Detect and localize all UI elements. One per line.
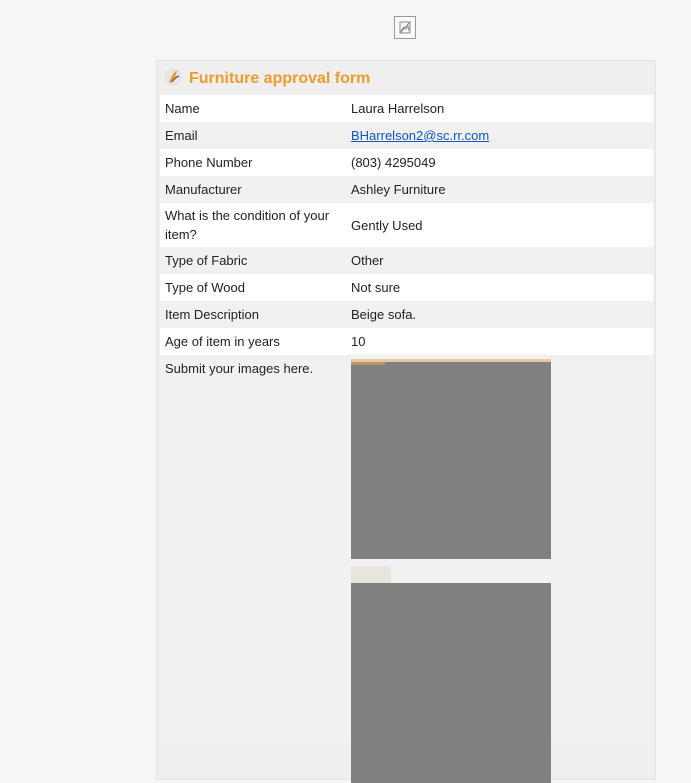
feather-logo-icon bbox=[164, 68, 182, 86]
field-value-wood: Not sure bbox=[346, 274, 653, 301]
table-row: Type of Fabric Other bbox=[160, 247, 653, 274]
field-label-name: Name bbox=[160, 95, 346, 122]
table-row: What is the condition of your item? Gent… bbox=[160, 203, 653, 247]
field-label-description: Item Description bbox=[160, 301, 346, 328]
field-value-phone: (803) 4295049 bbox=[346, 149, 653, 176]
field-label-fabric: Type of Fabric bbox=[160, 247, 346, 274]
table-row: Item Description Beige sofa. bbox=[160, 301, 653, 328]
field-value-condition: Gently Used bbox=[346, 203, 653, 247]
form-card: Furniture approval form Name Laura Harre… bbox=[156, 60, 656, 783]
broken-image-icon bbox=[399, 21, 411, 34]
table-row: Email BHarrelson2@sc.rr.com bbox=[160, 122, 653, 149]
form-header: Furniture approval form bbox=[157, 61, 655, 95]
field-value-name: Laura Harrelson bbox=[346, 95, 653, 122]
uploaded-image-2[interactable] bbox=[351, 583, 551, 783]
table-row: Submit your images here. bbox=[160, 355, 653, 783]
table-row: Manufacturer Ashley Furniture bbox=[160, 176, 653, 203]
field-value-fabric: Other bbox=[346, 247, 653, 274]
image-edge bbox=[351, 362, 385, 365]
image-thumbnail-strip bbox=[351, 566, 391, 583]
form-table: Name Laura Harrelson Email BHarrelson2@s… bbox=[160, 95, 653, 783]
field-label-age: Age of item in years bbox=[160, 328, 346, 355]
image-gallery bbox=[351, 359, 551, 783]
field-value-images bbox=[346, 355, 653, 783]
field-value-manufacturer: Ashley Furniture bbox=[346, 176, 653, 203]
table-row: Age of item in years 10 bbox=[160, 328, 653, 355]
field-label-wood: Type of Wood bbox=[160, 274, 346, 301]
field-value-description: Beige sofa. bbox=[346, 301, 653, 328]
table-row: Name Laura Harrelson bbox=[160, 95, 653, 122]
field-label-email: Email bbox=[160, 122, 346, 149]
table-row: Phone Number (803) 4295049 bbox=[160, 149, 653, 176]
field-label-manufacturer: Manufacturer bbox=[160, 176, 346, 203]
uploaded-image-1[interactable] bbox=[351, 359, 551, 559]
table-row: Type of Wood Not sure bbox=[160, 274, 653, 301]
email-link[interactable]: BHarrelson2@sc.rr.com bbox=[351, 128, 489, 143]
field-label-phone: Phone Number bbox=[160, 149, 346, 176]
form-title: Furniture approval form bbox=[189, 70, 371, 87]
header-image bbox=[394, 16, 416, 39]
field-label-images: Submit your images here. bbox=[160, 355, 346, 743]
field-label-condition: What is the condition of your item? bbox=[160, 203, 346, 247]
field-value-age: 10 bbox=[346, 328, 653, 355]
